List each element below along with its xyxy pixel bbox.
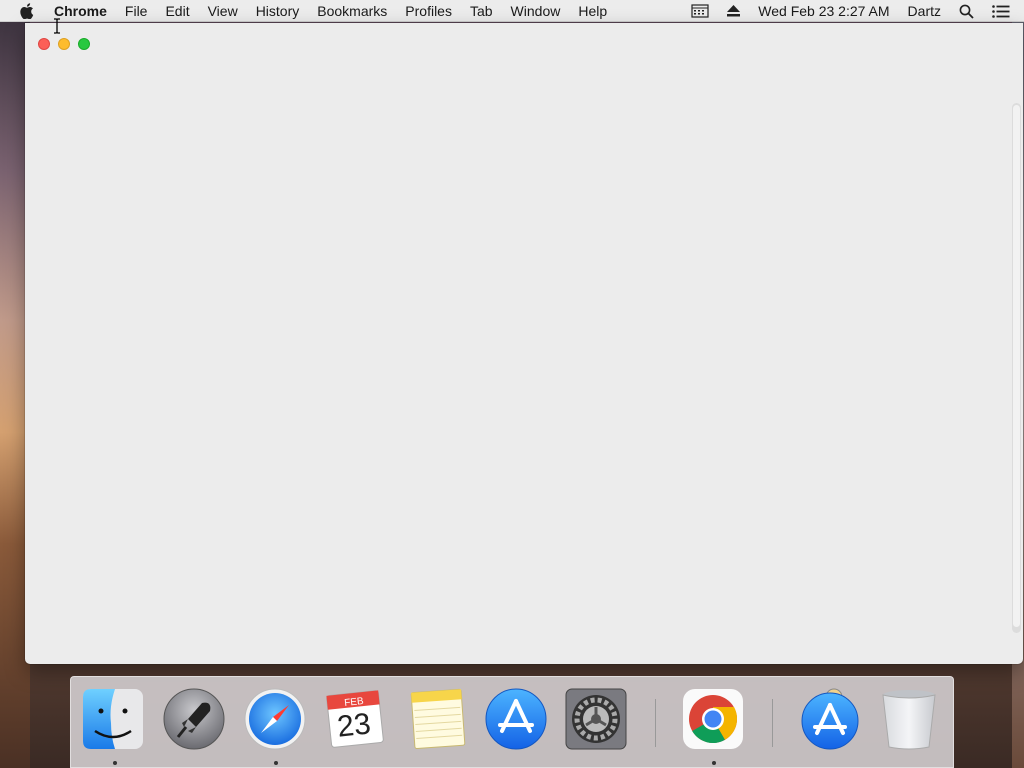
- minimize-window-button[interactable]: [58, 38, 70, 50]
- menu-bookmarks[interactable]: Bookmarks: [317, 3, 387, 19]
- dock-separator: [655, 699, 656, 747]
- menu-history[interactable]: History: [256, 3, 300, 19]
- menu-view[interactable]: View: [208, 3, 238, 19]
- chrome-window: [25, 23, 1023, 664]
- dock-launchpad-icon[interactable]: [162, 687, 226, 751]
- text-cursor-icon: [54, 18, 60, 34]
- menu-help[interactable]: Help: [578, 3, 607, 19]
- dock-notes-icon[interactable]: [405, 687, 469, 751]
- eject-icon[interactable]: [727, 5, 741, 17]
- menu-edit[interactable]: Edit: [165, 3, 189, 19]
- dock: FEB 23: [70, 676, 954, 768]
- menu-app-name[interactable]: Chrome: [54, 3, 107, 19]
- spotlight-search-icon[interactable]: [959, 4, 974, 19]
- menu-profiles[interactable]: Profiles: [405, 3, 452, 19]
- safari-running-indicator: [274, 761, 278, 765]
- dock-trash-icon[interactable]: [877, 687, 941, 751]
- finder-running-indicator: [113, 761, 117, 765]
- menu-clock[interactable]: Wed Feb 23 2:27 AM: [758, 3, 889, 19]
- close-window-button[interactable]: [38, 38, 50, 50]
- dock-calendar-icon[interactable]: FEB 23: [323, 687, 387, 751]
- apple-menu-icon[interactable]: [20, 2, 38, 19]
- window-controls: [38, 38, 98, 50]
- calendar-day: 23: [335, 707, 373, 744]
- menu-tab[interactable]: Tab: [470, 3, 493, 19]
- dock-chrome-icon[interactable]: [681, 687, 745, 751]
- dock-app-store-icon[interactable]: [484, 687, 548, 751]
- menu-user[interactable]: Dartz: [908, 3, 941, 19]
- chrome-running-indicator: [712, 761, 716, 765]
- calendar-menu-icon[interactable]: [691, 4, 709, 18]
- scrollbar-thumb[interactable]: [1013, 105, 1020, 627]
- notification-center-icon[interactable]: [992, 4, 1010, 18]
- dock-separator-2: [772, 699, 773, 747]
- menu-window[interactable]: Window: [511, 3, 561, 19]
- menu-bar: Chrome File Edit View History Bookmarks …: [0, 0, 1024, 22]
- dock-system-preferences-icon[interactable]: [564, 687, 628, 751]
- dock-safari-icon[interactable]: [243, 687, 307, 751]
- menu-extras: Wed Feb 23 2:27 AM Dartz: [691, 0, 1024, 22]
- maximize-window-button[interactable]: [78, 38, 90, 50]
- vertical-scrollbar[interactable]: [1012, 103, 1021, 633]
- menu-file[interactable]: File: [125, 3, 148, 19]
- dock-finder-icon[interactable]: [81, 687, 145, 751]
- dock-downloads-stack-icon[interactable]: [798, 687, 862, 751]
